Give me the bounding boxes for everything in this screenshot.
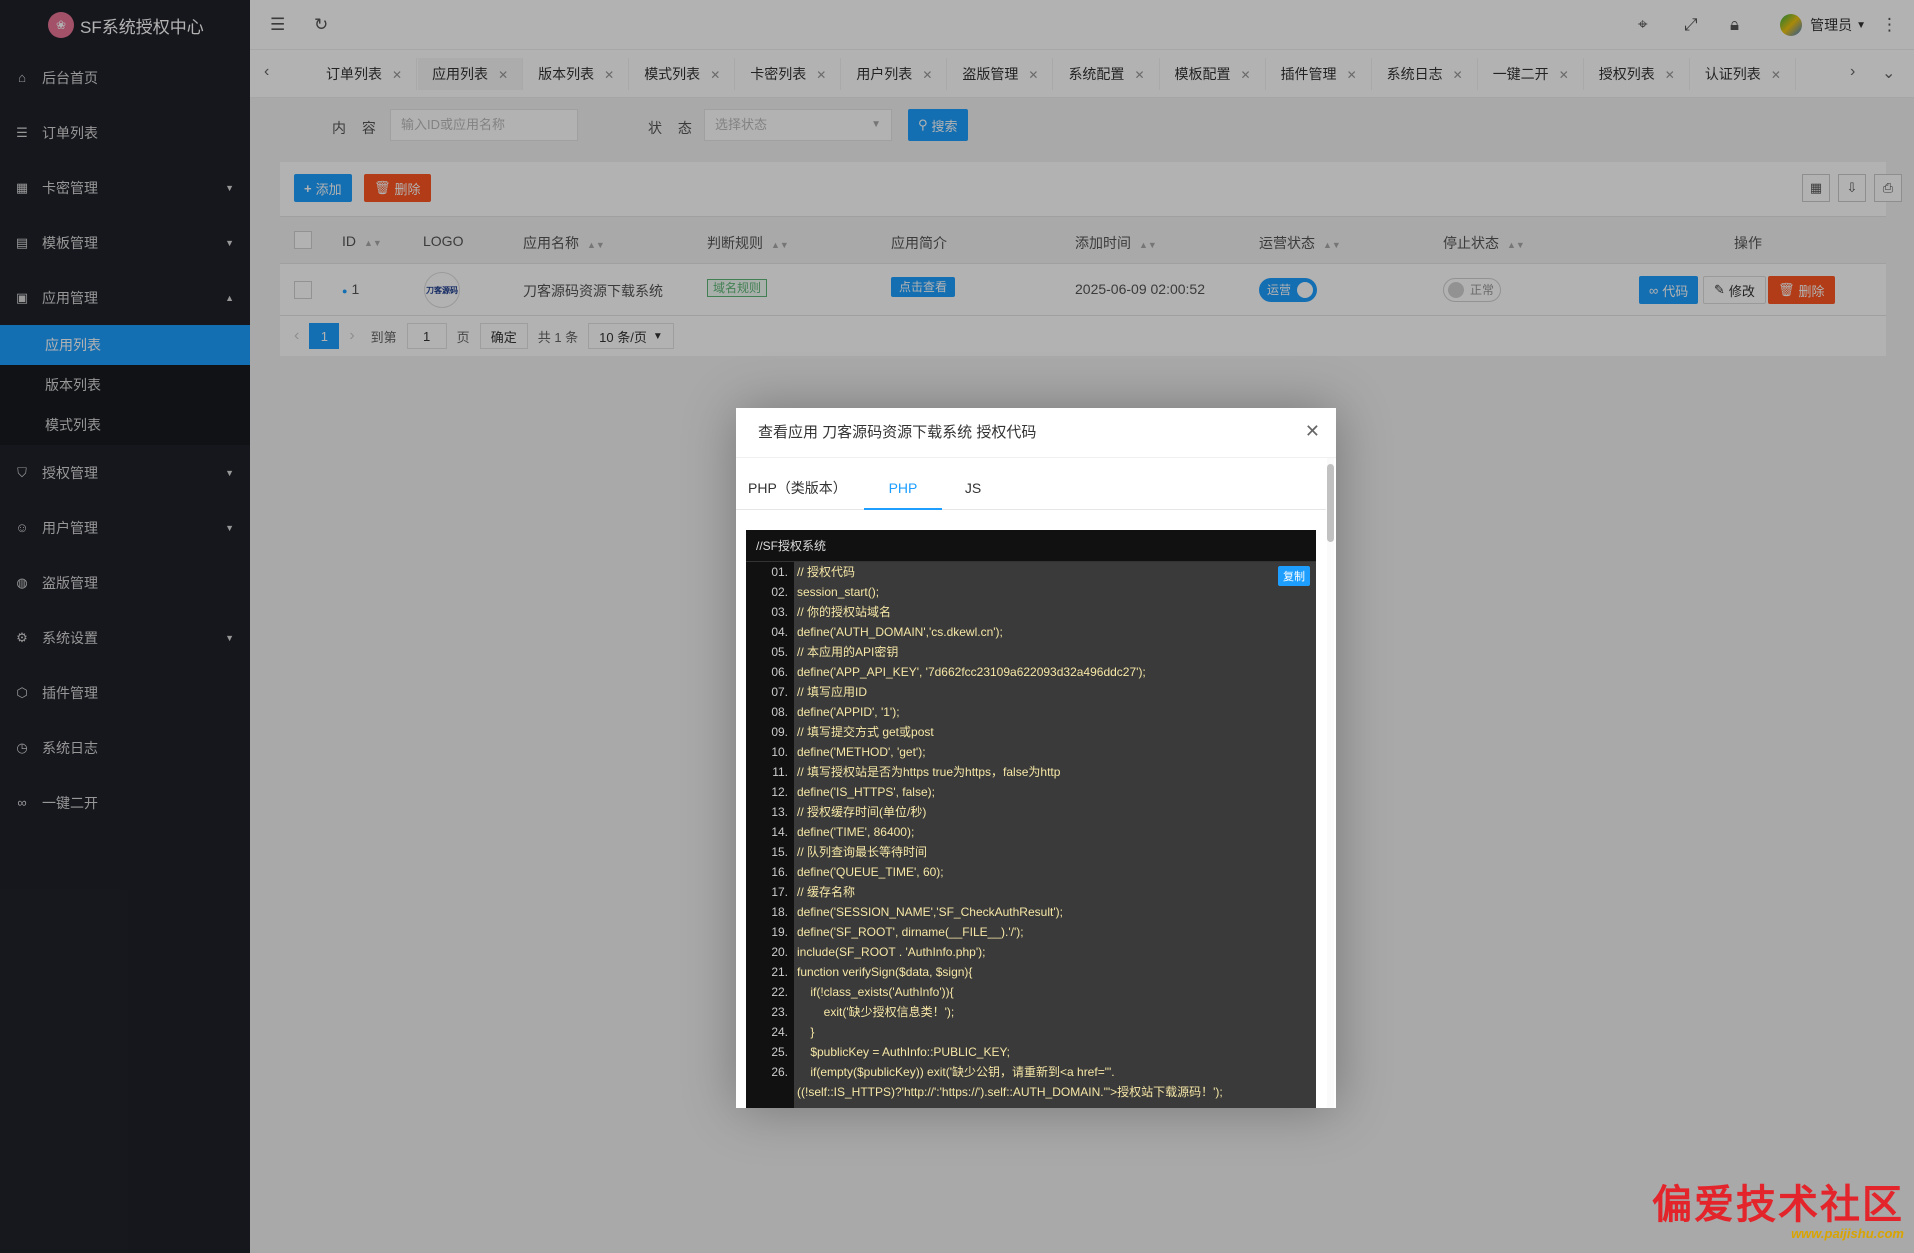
watermark-title: 偏爱技术社区 bbox=[1652, 1181, 1904, 1228]
watermark: 偏爱技术社区 www.paijishu.com bbox=[1652, 1172, 1904, 1241]
auth-code-modal: 查看应用 刀客源码资源下载系统 授权代码 ✕ PHP（类版本） PHP JS //S… bbox=[736, 408, 1336, 1108]
modal-tabs: PHP（类版本） PHP JS bbox=[736, 458, 1326, 510]
code-header: //SF授权系统 bbox=[746, 530, 1316, 562]
modal-tab-1[interactable]: PHP bbox=[864, 458, 942, 510]
modal-scrollbar[interactable] bbox=[1327, 458, 1334, 1108]
modal-tab-0[interactable]: PHP（类版本） bbox=[748, 458, 847, 510]
close-icon[interactable]: ✕ bbox=[1305, 421, 1320, 442]
copy-button[interactable]: 复制 bbox=[1278, 566, 1310, 586]
modal-tab-2[interactable]: JS bbox=[952, 458, 994, 510]
code-body: 复制 01.// 授权代码 02. session_start(); 03.// 你的… bbox=[746, 562, 1316, 1108]
code-block: //SF授权系统 复制 01.// 授权代码 02. session_start()… bbox=[746, 530, 1316, 1108]
modal-title: 查看应用 刀客源码资源下载系统 授权代码 bbox=[736, 408, 1336, 458]
